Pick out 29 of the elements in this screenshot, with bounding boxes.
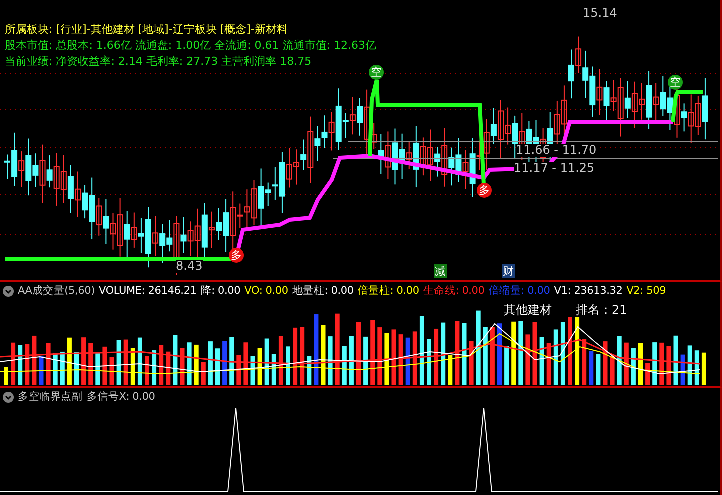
- indicator-value: 生命线: 0.00: [423, 284, 485, 298]
- price-label: 11.66 - 11.70: [516, 144, 597, 158]
- price-label: 8.43: [176, 260, 203, 274]
- long-signal-badge: 多: [477, 183, 492, 198]
- metric-info: 股本市值: 总股本: 1.66亿 流通盘: 1.00亿 全流通: 0.61 流通市值: 12.63亿: [5, 38, 376, 53]
- indicator-value: VO: 0.00: [244, 285, 288, 297]
- indicator-value: V2: 509: [626, 285, 666, 297]
- indicator-value: 倍量柱: 0.00: [358, 284, 420, 298]
- short-signal-badge: 空: [668, 75, 683, 90]
- sector-info: 所属板块: [行业]-其他建材 [地域]-辽宁板块 [概念]-新材料: [5, 22, 289, 37]
- collapse-icon[interactable]: [3, 286, 14, 296]
- indicator-value: 地量柱: 0.00: [292, 284, 354, 298]
- indicator-value: 多信号X: 0.00: [86, 390, 156, 404]
- long-signal-badge: 多: [229, 248, 244, 263]
- indicator-title: 多空临界点副: [18, 390, 83, 404]
- collapse-icon[interactable]: [3, 392, 14, 402]
- indicator-title: AA成交量(5,60): [18, 284, 96, 298]
- event-tag[interactable]: 减: [434, 264, 447, 278]
- indicator-value: 降: 0.00: [200, 284, 241, 298]
- event-tag[interactable]: 财: [502, 264, 515, 278]
- price-label: 15.14: [583, 7, 618, 20]
- sector-name: 其他建材: [504, 302, 552, 319]
- indicator-value: 倍缩量: 0.00: [488, 284, 550, 298]
- indicator-value: VOLUME: 26146.21: [99, 285, 197, 297]
- metric-info: 当前业绩: 净资收益率: 2.14 毛利率: 27.73 主营利润率 18.75: [5, 54, 313, 69]
- price-label: 11.17 - 11.25: [514, 162, 595, 176]
- sector-rank: 排名：21: [576, 302, 628, 319]
- short-signal-badge: 空: [369, 65, 384, 80]
- indicator-value: V1: 23613.32: [554, 285, 623, 297]
